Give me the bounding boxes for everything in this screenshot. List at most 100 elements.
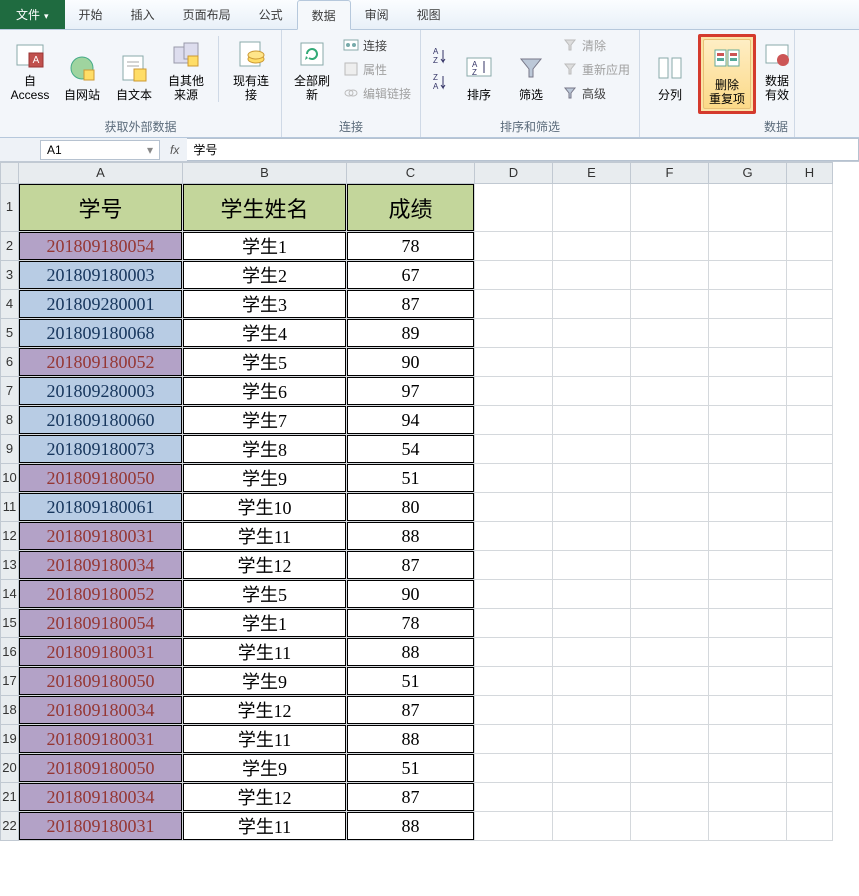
cell[interactable]: [475, 580, 553, 609]
name-box[interactable]: A1▾: [40, 140, 160, 160]
cell[interactable]: [553, 348, 631, 377]
cell[interactable]: 学生姓名: [183, 184, 347, 232]
cell[interactable]: 学生11: [183, 638, 347, 667]
cell[interactable]: [475, 377, 553, 406]
row-header[interactable]: 15: [0, 609, 19, 638]
cell[interactable]: 201809180050: [19, 754, 183, 783]
select-all-corner[interactable]: [0, 162, 19, 184]
row-header[interactable]: 18: [0, 696, 19, 725]
cell[interactable]: [631, 493, 709, 522]
cell[interactable]: [631, 319, 709, 348]
row-header[interactable]: 2: [0, 232, 19, 261]
cell[interactable]: [631, 406, 709, 435]
reapply-button[interactable]: 重新应用: [559, 59, 633, 80]
col-header-B[interactable]: B: [183, 162, 347, 184]
cell[interactable]: [631, 812, 709, 841]
cell[interactable]: [475, 464, 553, 493]
cell[interactable]: [553, 551, 631, 580]
cell[interactable]: 80: [347, 493, 475, 522]
cell[interactable]: [787, 348, 833, 377]
row-header[interactable]: 4: [0, 290, 19, 319]
cell[interactable]: 201809180034: [19, 783, 183, 812]
cell[interactable]: 学生9: [183, 754, 347, 783]
cell[interactable]: [553, 667, 631, 696]
cell[interactable]: [709, 754, 787, 783]
row-header[interactable]: 9: [0, 435, 19, 464]
edit-links-button[interactable]: 编辑链接: [340, 83, 414, 104]
cell[interactable]: [709, 261, 787, 290]
from-other-button[interactable]: 自其他来源: [162, 34, 210, 104]
cell[interactable]: 78: [347, 232, 475, 261]
cell[interactable]: [631, 435, 709, 464]
cell[interactable]: 学生10: [183, 493, 347, 522]
cell[interactable]: [631, 377, 709, 406]
cell[interactable]: 78: [347, 609, 475, 638]
cell[interactable]: [787, 319, 833, 348]
cell[interactable]: [709, 783, 787, 812]
cell[interactable]: 201809180054: [19, 232, 183, 261]
cell[interactable]: [631, 580, 709, 609]
tab-home[interactable]: 开始: [65, 0, 117, 29]
tab-file[interactable]: 文件: [0, 0, 65, 29]
cell[interactable]: [553, 232, 631, 261]
cell[interactable]: [475, 319, 553, 348]
cell[interactable]: [787, 464, 833, 493]
cell[interactable]: [475, 493, 553, 522]
fx-icon[interactable]: fx: [162, 143, 187, 157]
cell[interactable]: 学生11: [183, 725, 347, 754]
cell[interactable]: [787, 754, 833, 783]
existing-connections-button[interactable]: 现有连接: [227, 34, 275, 104]
cell[interactable]: 51: [347, 667, 475, 696]
cell[interactable]: 67: [347, 261, 475, 290]
cell[interactable]: [631, 609, 709, 638]
cell[interactable]: [475, 261, 553, 290]
cell[interactable]: 学生12: [183, 696, 347, 725]
cell[interactable]: [475, 551, 553, 580]
cell[interactable]: [475, 696, 553, 725]
cell[interactable]: [553, 580, 631, 609]
cell[interactable]: 201809180052: [19, 580, 183, 609]
cell[interactable]: [787, 522, 833, 551]
cell[interactable]: [787, 609, 833, 638]
cell[interactable]: 87: [347, 783, 475, 812]
cell[interactable]: [475, 290, 553, 319]
cell[interactable]: 学生1: [183, 609, 347, 638]
cell[interactable]: 学生4: [183, 319, 347, 348]
cell[interactable]: 学生7: [183, 406, 347, 435]
from-web-button[interactable]: 自网站: [58, 34, 106, 104]
cell[interactable]: 201809180050: [19, 667, 183, 696]
cell[interactable]: [709, 580, 787, 609]
cell[interactable]: [553, 290, 631, 319]
cell[interactable]: [631, 725, 709, 754]
cell[interactable]: [709, 319, 787, 348]
cell[interactable]: [787, 435, 833, 464]
cell[interactable]: [709, 464, 787, 493]
col-header-D[interactable]: D: [475, 162, 553, 184]
cell[interactable]: [475, 754, 553, 783]
cell[interactable]: [709, 377, 787, 406]
cell[interactable]: [553, 406, 631, 435]
tab-data[interactable]: 数据: [297, 0, 351, 30]
row-header[interactable]: 7: [0, 377, 19, 406]
cell[interactable]: [553, 725, 631, 754]
cell[interactable]: [475, 348, 553, 377]
cell[interactable]: [475, 638, 553, 667]
cell[interactable]: [709, 184, 787, 232]
cell[interactable]: [787, 290, 833, 319]
cell[interactable]: [631, 696, 709, 725]
row-header[interactable]: 10: [0, 464, 19, 493]
cell[interactable]: [631, 290, 709, 319]
cell[interactable]: [475, 406, 553, 435]
tab-review[interactable]: 审阅: [351, 0, 403, 29]
cell[interactable]: [787, 184, 833, 232]
cell[interactable]: [475, 435, 553, 464]
cell[interactable]: [475, 184, 553, 232]
cell[interactable]: [709, 232, 787, 261]
cell[interactable]: [475, 725, 553, 754]
connections-button[interactable]: 连接: [340, 35, 414, 56]
cell[interactable]: [787, 261, 833, 290]
cell[interactable]: [553, 435, 631, 464]
cell[interactable]: 89: [347, 319, 475, 348]
cell[interactable]: 201809280003: [19, 377, 183, 406]
cell[interactable]: [553, 261, 631, 290]
